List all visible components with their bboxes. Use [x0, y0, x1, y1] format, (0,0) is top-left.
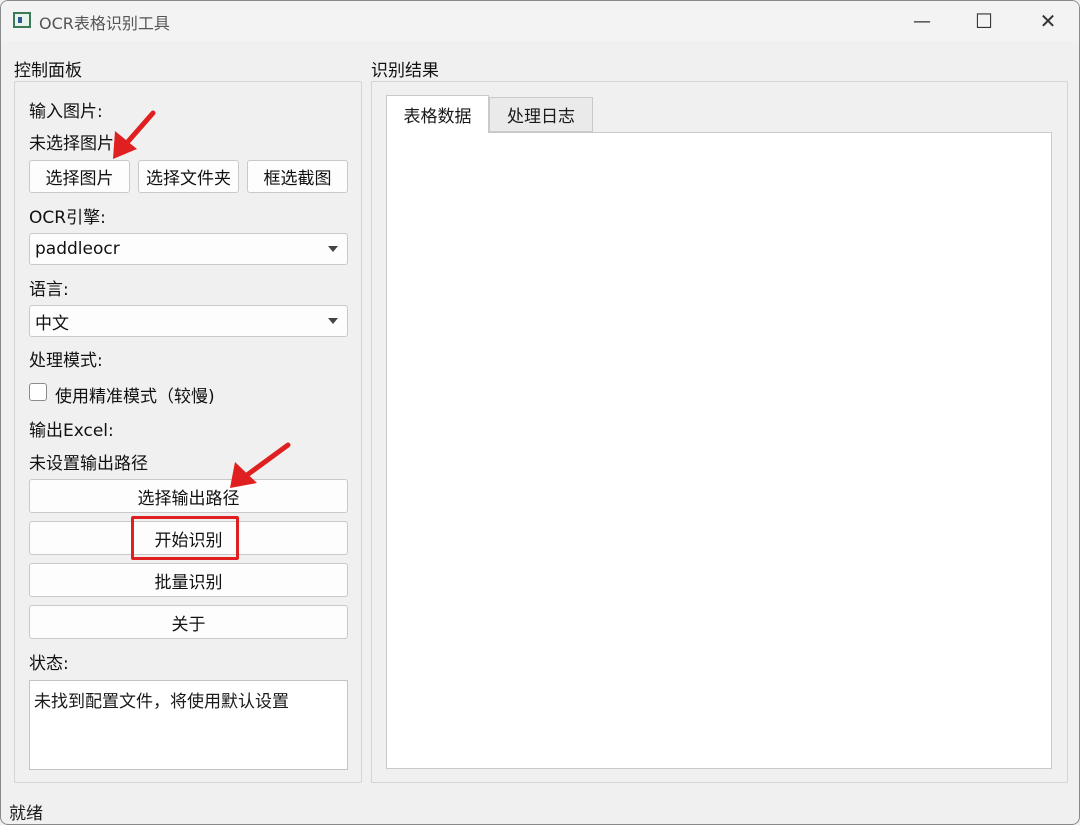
arrow-icon	[230, 442, 291, 488]
annotation-layer	[113, 110, 291, 488]
app-window: OCR表格识别工具 — ☐ ✕ 控制面板 输入图片: 未选择图片 选择图片 选择…	[0, 0, 1080, 825]
arrow-icon	[113, 110, 156, 159]
